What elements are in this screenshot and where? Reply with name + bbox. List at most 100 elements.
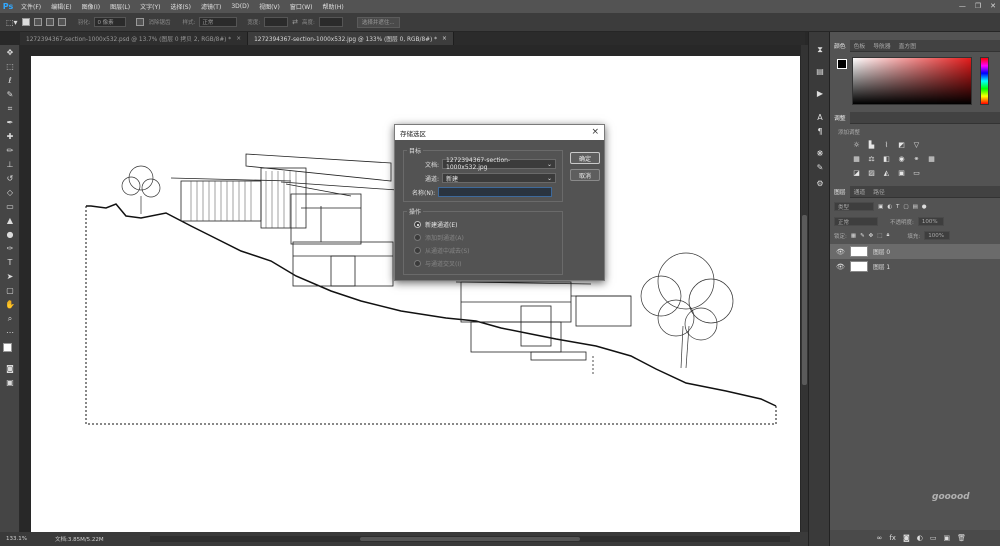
tab-jpg-document[interactable]: 1272394367-section-1000x532.jpg @ 133% (… [248, 32, 454, 45]
menu-item-select[interactable]: 选择(S) [165, 2, 196, 11]
curves-icon[interactable]: ⌇ [882, 140, 891, 149]
selective-color-icon[interactable]: ▣ [897, 168, 906, 177]
layer-kind-filter[interactable]: 类型 [834, 202, 874, 211]
filter-adjust-icon[interactable]: ◐ [887, 204, 892, 210]
new-layer-icon[interactable]: ▣ [943, 534, 950, 542]
brush-tool-icon[interactable]: ✏ [3, 145, 17, 157]
brush-presets-icon[interactable]: ✎ [813, 162, 827, 173]
color-lookup-icon[interactable]: ▦ [927, 154, 936, 163]
tab-color[interactable]: 颜色 [830, 39, 850, 52]
scrollbar-thumb[interactable] [802, 215, 807, 385]
menu-item-edit[interactable]: 编辑(E) [46, 2, 76, 11]
tab-channels[interactable]: 通道 [850, 186, 870, 198]
filter-smart-icon[interactable]: ▤ [913, 204, 918, 210]
tab-layers[interactable]: 图层 [830, 185, 850, 198]
antialias-checkbox[interactable] [136, 18, 145, 26]
menu-item-filter[interactable]: 滤镜(T) [196, 2, 226, 11]
quick-mask-icon[interactable]: ◙ [3, 363, 17, 375]
blend-mode-select[interactable]: 正常 [834, 217, 878, 226]
lock-pixels-icon[interactable]: ✎ [860, 233, 865, 239]
tab-paths[interactable]: 路径 [869, 186, 889, 198]
subtract-selection-icon[interactable] [45, 18, 54, 26]
maximize-icon[interactable]: ❐ [975, 2, 981, 10]
black-white-icon[interactable]: ◧ [882, 154, 891, 163]
document-info[interactable]: 文档:3.85M/5.22M [55, 535, 104, 543]
lock-transparent-icon[interactable]: ▦ [851, 233, 856, 239]
horizontal-scrollbar[interactable] [150, 536, 790, 542]
clone-stamp-tool-icon[interactable]: ⊥ [3, 159, 17, 171]
type-tool-icon[interactable]: T [3, 257, 17, 269]
radio-intersect-with-channel[interactable] [414, 260, 421, 267]
eyedropper-tool-icon[interactable]: ✒ [3, 117, 17, 129]
exposure-icon[interactable]: ◩ [897, 140, 906, 149]
screen-mode-icon[interactable]: ▣ [3, 377, 17, 389]
radio-new-channel[interactable] [414, 221, 421, 228]
new-selection-icon[interactable] [21, 18, 30, 26]
menu-item-image[interactable]: 图像(I) [77, 2, 105, 11]
crop-tool-icon[interactable]: ⌗ [3, 103, 17, 115]
radio-subtract-from-channel[interactable] [414, 247, 421, 254]
paragraph-icon[interactable]: ¶ [813, 126, 827, 137]
eye-icon[interactable]: 👁︎ [836, 263, 845, 271]
actions-icon[interactable]: ▶ [813, 88, 827, 99]
rectangle-tool-icon[interactable]: ▢ [3, 285, 17, 297]
tab-psd-document[interactable]: 1272394367-section-1000x532.psd @ 13.7% … [20, 32, 249, 45]
filter-type-icon[interactable]: T [896, 204, 899, 210]
gradient-tool-icon[interactable]: ▭ [3, 201, 17, 213]
width-input[interactable] [264, 17, 289, 27]
dialog-close-icon[interactable]: × [591, 127, 599, 137]
history-icon[interactable]: ⧗ [813, 44, 827, 55]
filter-shape-icon[interactable]: ▢ [903, 204, 908, 210]
name-input[interactable] [438, 187, 553, 197]
eraser-tool-icon[interactable]: ◇ [3, 187, 17, 199]
fx-icon[interactable]: fx [889, 534, 896, 542]
menu-item-help[interactable]: 帮助(H) [318, 2, 349, 11]
menu-item-layer[interactable]: 图层(L) [105, 2, 135, 11]
tab-close-icon[interactable]: × [236, 36, 241, 42]
blur-tool-icon[interactable]: ▲ [3, 215, 17, 227]
canvas-area[interactable] [20, 45, 801, 532]
properties-icon[interactable]: ▤ [813, 66, 827, 77]
hand-tool-icon[interactable]: ✋ [3, 299, 17, 311]
hscroll-thumb[interactable] [360, 537, 580, 541]
healing-brush-tool-icon[interactable]: ✚ [3, 131, 17, 143]
intersect-selection-icon[interactable] [57, 18, 66, 26]
channel-select[interactable]: 新建 ⌄ [442, 173, 557, 183]
layer-row-0[interactable]: 👁︎ 图层 0 [830, 244, 1000, 259]
minimize-icon[interactable]: — [959, 2, 966, 10]
foreground-color-swatch[interactable] [3, 343, 12, 352]
tab-close-icon[interactable]: × [442, 36, 447, 42]
radio-add-to-channel[interactable] [414, 234, 421, 241]
tab-adjustments[interactable]: 调整 [830, 111, 850, 124]
menu-item-file[interactable]: 文件(F) [16, 2, 46, 11]
filter-toggle-icon[interactable]: ● [922, 204, 927, 210]
move-tool-icon[interactable]: ✥ [3, 47, 17, 59]
layer-row-1[interactable]: 👁︎ 图层 1 [830, 259, 1000, 274]
new-group-icon[interactable]: ▭ [930, 534, 937, 542]
delete-layer-icon[interactable]: 🗑︎ [957, 534, 966, 542]
clone-source-icon[interactable]: ⚙ [813, 178, 827, 189]
swap-dimensions-icon[interactable]: ⇄ [292, 18, 298, 26]
lock-position-icon[interactable]: ✥ [869, 233, 874, 239]
dodge-tool-icon[interactable]: ● [3, 229, 17, 241]
tab-histogram[interactable]: 直方图 [895, 40, 920, 52]
tab-swatches[interactable]: 色板 [850, 40, 870, 52]
opacity-input[interactable]: 100% [917, 217, 944, 226]
op-intersect-with-channel[interactable]: 与通道交叉(I) [414, 259, 461, 268]
vibrance-icon[interactable]: ▽ [912, 140, 921, 149]
lock-all-icon[interactable]: 🔒︎ [886, 232, 889, 239]
brush-settings-icon[interactable]: ❋ [813, 148, 827, 159]
op-new-channel[interactable]: 新建通道(E) [414, 220, 457, 229]
filter-pixel-icon[interactable]: ▣ [878, 204, 883, 210]
link-layers-icon[interactable]: ∞ [877, 534, 883, 542]
gradient-map-icon[interactable]: ▭ [912, 168, 921, 177]
lock-artboard-icon[interactable]: ⬚ [877, 233, 882, 239]
posterize-icon[interactable]: ▨ [867, 168, 876, 177]
document-select[interactable]: 1272394367-section-1000x532.jpg ⌄ [442, 157, 557, 171]
menu-item-type[interactable]: 文字(Y) [135, 2, 165, 11]
zoom-tool-icon[interactable]: ⌕ [3, 313, 17, 325]
add-mask-icon[interactable]: ◙ [903, 534, 910, 542]
op-subtract-from-channel[interactable]: 从通道中减去(S) [414, 246, 470, 255]
path-selection-tool-icon[interactable]: ➤ [3, 271, 17, 283]
tab-navigator[interactable]: 导航器 [869, 40, 894, 52]
